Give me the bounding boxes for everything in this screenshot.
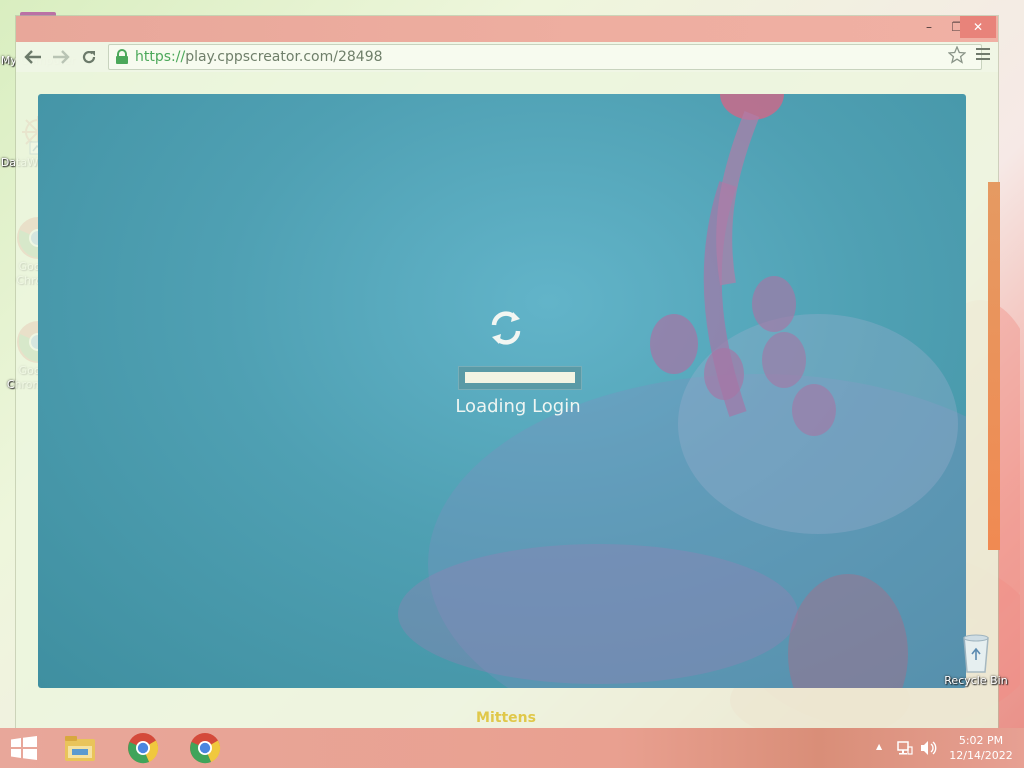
back-arrow-icon[interactable]	[22, 46, 44, 68]
address-bar[interactable]: https://play.cppscreator.com/28498	[108, 44, 982, 70]
desktop-icon-label: Recycle Bin	[944, 674, 1008, 687]
taskbar-clock[interactable]: 5:02 PM 12/14/2022	[948, 733, 1014, 763]
tray-overflow-arrow-icon[interactable]: ▲	[876, 742, 882, 751]
game-canvas[interactable]: Loading Login	[38, 94, 966, 688]
bookmark-star-icon[interactable]	[947, 45, 967, 64]
reload-icon[interactable]	[78, 46, 100, 68]
minimize-button[interactable]: –	[914, 16, 944, 38]
loading-progress-fill	[465, 372, 575, 383]
loading-status-text: Loading Login	[455, 396, 581, 417]
side-scroll-strip	[988, 182, 1000, 550]
url-scheme: https://	[135, 49, 186, 65]
menu-icon[interactable]	[976, 48, 990, 62]
loading-spinner-icon	[486, 308, 526, 348]
volume-icon[interactable]	[920, 740, 938, 760]
clock-time: 5:02 PM	[958, 734, 1004, 747]
chrome-taskbar-icon[interactable]	[127, 732, 159, 764]
browser-window: – ❐ ✕ https://play.cppscreator.com/28498	[16, 16, 998, 732]
network-icon[interactable]	[897, 740, 913, 760]
windows-start-icon[interactable]	[10, 736, 38, 760]
browser-toolbar: https://play.cppscreator.com/28498	[16, 42, 998, 72]
flower-background-image	[398, 94, 966, 688]
taskbar: ▲ 5:02 PM 12/14/2022	[0, 728, 1024, 768]
url-path: play.cppscreator.com/28498	[185, 49, 383, 65]
loading-progress-bar	[458, 366, 582, 390]
clock-date: 12/14/2022	[949, 749, 1013, 762]
url-text: https://play.cppscreator.com/28498	[135, 47, 383, 67]
desktop-icon-recycle-bin[interactable]: Recycle Bin	[938, 630, 1014, 688]
recycle-bin-icon	[954, 630, 998, 674]
browser-titlebar[interactable]: – ❐ ✕	[16, 16, 998, 42]
game-footer-label: Mittens	[476, 710, 536, 726]
forward-arrow-icon[interactable]	[50, 46, 72, 68]
close-button[interactable]: ✕	[960, 16, 996, 38]
file-explorer-icon[interactable]	[64, 732, 96, 764]
lock-icon	[115, 49, 129, 65]
chrome-taskbar-icon-2[interactable]	[189, 732, 221, 764]
